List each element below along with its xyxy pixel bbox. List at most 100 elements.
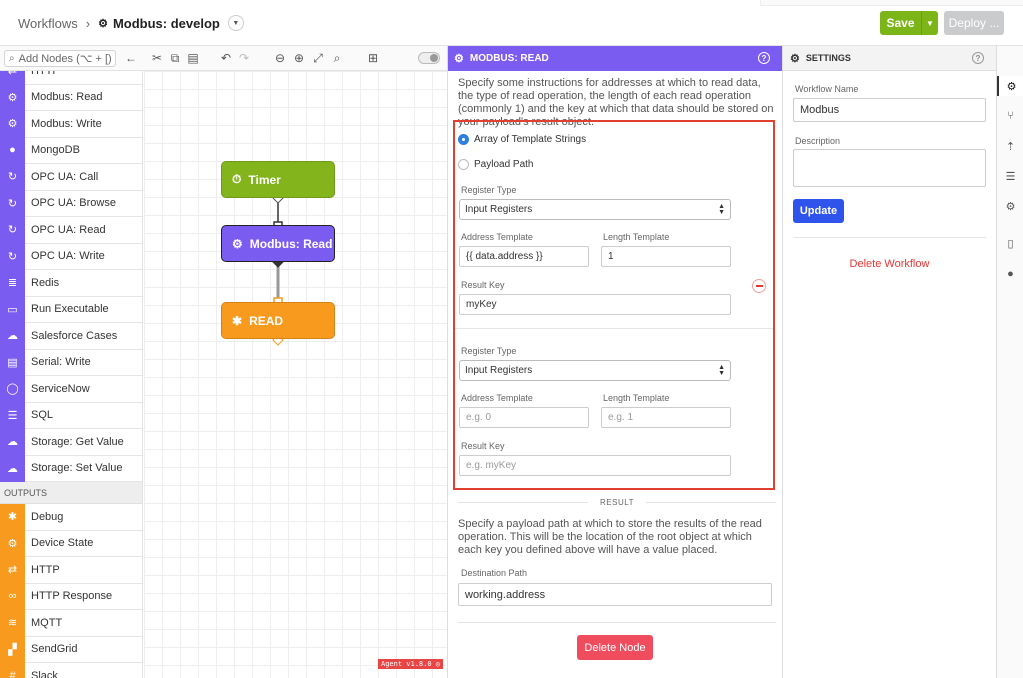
serial-icon: ▤ xyxy=(0,349,25,376)
radio-payload-path[interactable]: Payload Path xyxy=(458,159,534,170)
address-template-label: Address Template xyxy=(461,232,533,242)
http-icon: ⇄ xyxy=(0,556,25,583)
fit-to-screen-icon[interactable]: ⤢ xyxy=(311,51,325,66)
palette-item-label: Device State xyxy=(31,537,94,550)
length-template-input[interactable]: e.g. 1 xyxy=(601,407,731,428)
description-textarea[interactable] xyxy=(793,149,986,187)
address-template-input[interactable]: e.g. 0 xyxy=(459,407,589,428)
paste-icon[interactable]: ▤ xyxy=(186,51,200,65)
palette-item[interactable]: ▤ Serial: Write xyxy=(0,349,142,376)
settings-panel: ⚙ SETTINGS ? Workflow Name Modbus Descri… xyxy=(783,46,996,678)
workflow-node[interactable]: ✱ READ xyxy=(221,302,335,339)
palette-item[interactable]: ☁ Storage: Get Value xyxy=(0,428,142,456)
right-icon-rail: ⚙ ⑂ ⇡ ☰ ⚙ ▯ ● xyxy=(996,46,1023,678)
register-type-select[interactable]: Input Registers ▲ ▼ xyxy=(459,199,731,220)
save-button[interactable]: Save ▼ xyxy=(880,11,938,35)
palette-item[interactable]: ↻ OPC UA: Read xyxy=(0,216,142,244)
zoom-in-icon[interactable]: ⊕ xyxy=(292,51,306,65)
update-button[interactable]: Update xyxy=(793,199,844,223)
palette-item[interactable]: ⚙ Modbus: Write xyxy=(0,110,142,138)
redo-icon[interactable]: ↷ xyxy=(237,51,251,65)
palette-item[interactable]: ⇄ HTTP xyxy=(0,556,142,584)
palette-item[interactable]: ⚙ Device State xyxy=(0,530,142,557)
help-icon[interactable]: ? xyxy=(758,52,770,64)
zoom-reset-icon[interactable]: ⌕ xyxy=(330,51,344,66)
palette-item[interactable]: ∞ HTTP Response xyxy=(0,583,142,610)
mongodb-icon: ● xyxy=(0,137,25,164)
palette-item[interactable]: ✱ Debug xyxy=(0,503,142,531)
zoom-out-icon[interactable]: ⊖ xyxy=(273,51,287,65)
breadcrumb-workflows-link[interactable]: Workflows xyxy=(18,16,78,31)
palette-item-label: SQL xyxy=(31,409,54,422)
radio-label: Array of Template Strings xyxy=(474,134,587,145)
modbus-icon: ⚙ xyxy=(232,236,243,251)
cloud-icon: ☁ xyxy=(0,428,25,455)
destination-path-input[interactable]: working.address xyxy=(458,583,772,606)
address-template-input[interactable]: {{ data.address }} xyxy=(459,246,589,267)
save-options-chevron-icon[interactable]: ▼ xyxy=(921,11,938,35)
mqtt-icon: ≋ xyxy=(0,609,25,636)
palette-item[interactable]: ≣ Redis xyxy=(0,269,142,297)
palette-item[interactable]: ▞ SendGrid xyxy=(0,636,142,663)
servicenow-icon: ◯ xyxy=(0,375,25,402)
copy-icon[interactable]: ⧉ xyxy=(168,51,182,66)
cut-icon[interactable]: ✂ xyxy=(150,51,164,65)
workflow-node[interactable]: ⏱ Timer xyxy=(221,161,335,198)
redis-icon: ≣ xyxy=(0,269,25,296)
workflow-node[interactable]: ⚙ Modbus: Read xyxy=(221,225,335,262)
palette-item[interactable]: ☁ Salesforce Cases xyxy=(0,322,142,350)
workflow-name-input[interactable]: Modbus xyxy=(793,98,986,122)
undo-icon[interactable]: ↶ xyxy=(219,51,233,65)
canvas-toggle[interactable] xyxy=(418,52,440,64)
palette-item[interactable]: ● MongoDB xyxy=(0,137,142,164)
add-note-icon[interactable]: ⊞ xyxy=(366,51,380,65)
palette-item[interactable]: ⇄ HTTP xyxy=(0,71,142,85)
palette-item[interactable]: ☁ Storage: Set Value xyxy=(0,455,142,482)
select-arrows-icon: ▲ ▼ xyxy=(718,203,725,216)
delete-workflow-link[interactable]: Delete Workflow xyxy=(783,258,996,270)
palette-item[interactable]: ↻ OPC UA: Call xyxy=(0,163,142,191)
top-right-strip xyxy=(760,0,1023,6)
radio-label: Payload Path xyxy=(474,159,534,170)
palette-item-label: Slack xyxy=(31,669,58,678)
remove-entry-icon[interactable] xyxy=(752,279,766,293)
opcua-icon: ↻ xyxy=(0,163,25,190)
palette-item[interactable]: # Slack xyxy=(0,662,142,678)
description-label: Description xyxy=(795,136,841,146)
palette-item[interactable]: ≋ MQTT xyxy=(0,609,142,637)
radio-unselected-icon xyxy=(458,159,469,170)
deploy-button[interactable]: Deploy ... xyxy=(944,11,1004,35)
palette-item[interactable]: ↻ OPC UA: Write xyxy=(0,243,142,270)
settings-gear-icon[interactable]: ⚙ xyxy=(997,76,1023,96)
workflow-node-label: READ xyxy=(249,313,284,328)
delete-node-button[interactable]: Delete Node xyxy=(577,635,653,660)
storage-icon[interactable]: ☰ xyxy=(997,166,1023,186)
palette-item[interactable]: ☰ SQL xyxy=(0,402,142,429)
globe-icon[interactable]: ● xyxy=(997,264,1023,284)
length-template-label: Length Template xyxy=(603,232,670,242)
modbus-icon: ⚙ xyxy=(0,84,25,111)
result-key-input[interactable]: e.g. myKey xyxy=(459,455,731,476)
gear-icon: ⚙ xyxy=(790,52,800,65)
palette-item[interactable]: ▭ Run Executable xyxy=(0,296,142,323)
palette-item-label: Run Executable xyxy=(31,303,109,316)
result-key-input[interactable]: myKey xyxy=(459,294,731,315)
version-dropdown-icon[interactable]: ▼ xyxy=(227,15,244,31)
version-branch-icon[interactable]: ⑂ xyxy=(997,106,1023,126)
register-type-select[interactable]: Input Registers ▲ ▼ xyxy=(459,360,731,381)
palette-item[interactable]: ⚙ Modbus: Read xyxy=(0,84,142,111)
add-nodes-search[interactable]: ⌕ Add Nodes (⌥ + [) xyxy=(4,50,116,67)
device-settings-icon[interactable]: ⚙ xyxy=(997,196,1023,216)
palette-item[interactable]: ↻ OPC UA: Browse xyxy=(0,190,142,217)
length-template-input[interactable]: 1 xyxy=(601,246,731,267)
workflow-node-label: Modbus: Read xyxy=(249,236,333,251)
export-icon[interactable]: ⇡ xyxy=(997,136,1023,156)
device-icon: ⚙ xyxy=(0,530,25,557)
help-icon[interactable]: ? xyxy=(972,52,984,64)
devices-icon[interactable]: ▯ xyxy=(997,233,1023,253)
radio-array-of-templates[interactable]: Array of Template Strings xyxy=(458,134,586,145)
collapse-palette-icon[interactable]: ← xyxy=(124,51,138,65)
palette-item[interactable]: ◯ ServiceNow xyxy=(0,375,142,403)
workflow-canvas[interactable]: ⏱ Timer ⚙ Modbus: Read ✱ READ Agent v1.8.0 ◎ xyxy=(144,71,447,678)
palette-item-label: OPC UA: Read xyxy=(31,223,106,236)
